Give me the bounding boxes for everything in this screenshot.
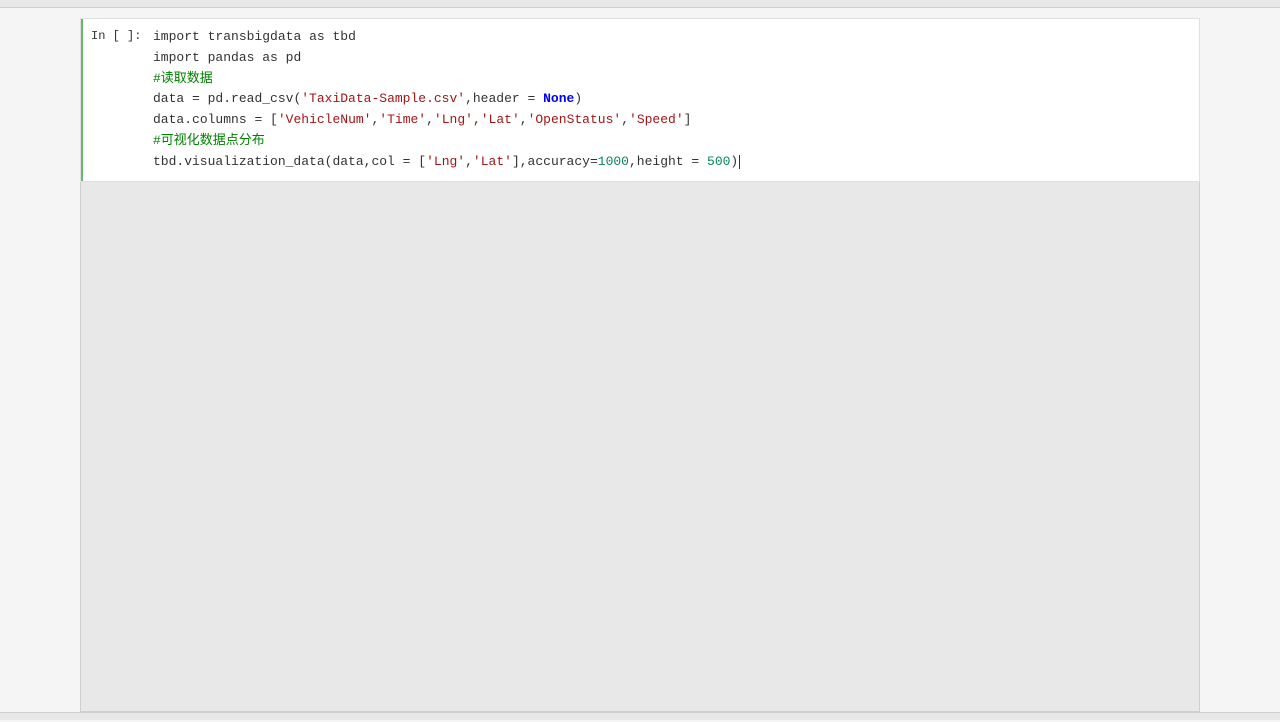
code-cell[interactable]: In [ ]: import transbigdata as tbd impor… xyxy=(80,18,1200,182)
cell-output-area xyxy=(80,182,1200,712)
cell-input-area: In [ ]: import transbigdata as tbd impor… xyxy=(81,19,1199,181)
code-line-7: tbd.visualization_data(data,col = ['Lng'… xyxy=(153,152,1189,173)
code-line-6: #可视化数据点分布 xyxy=(153,131,1189,152)
cell-label: In [ ]: xyxy=(83,19,153,181)
cell-code[interactable]: import transbigdata as tbd import pandas… xyxy=(153,19,1199,181)
notebook-container: In [ ]: import transbigdata as tbd impor… xyxy=(0,8,1280,722)
text-cursor xyxy=(739,155,740,169)
top-bar xyxy=(0,0,1280,8)
bottom-bar xyxy=(0,712,1280,720)
code-line-5: data.columns = ['VehicleNum','Time','Lng… xyxy=(153,110,1189,131)
code-line-4: data = pd.read_csv('TaxiData-Sample.csv'… xyxy=(153,89,1189,110)
code-line-2: import pandas as pd xyxy=(153,48,1189,69)
code-line-3: #读取数据 xyxy=(153,69,1189,90)
code-line-1: import transbigdata as tbd xyxy=(153,27,1189,48)
